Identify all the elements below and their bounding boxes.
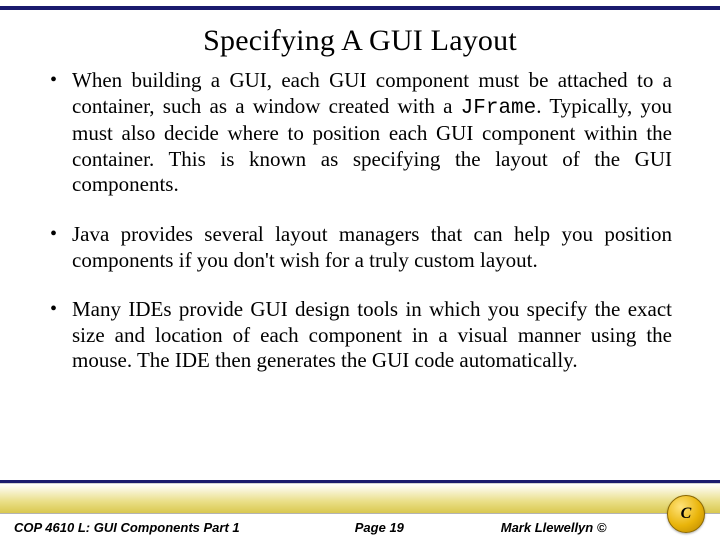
code-literal: JFrame: [461, 97, 537, 120]
bullet-list: When building a GUI, each GUI component …: [48, 68, 672, 374]
slide-body: When building a GUI, each GUI component …: [0, 68, 720, 540]
bullet-item: Many IDEs provide GUI design tools in wh…: [48, 297, 672, 374]
bullet-text-pre: Many IDEs provide GUI design tools in wh…: [72, 297, 672, 372]
slide-footer: COP 4610 L: GUI Components Part 1 Page 1…: [0, 480, 720, 540]
footer-left: COP 4610 L: GUI Components Part 1: [14, 520, 318, 535]
ucf-logo-icon: C: [667, 495, 705, 533]
footer-author: Mark Llewellyn ©: [441, 520, 666, 535]
slide-title: Specifying A GUI Layout: [0, 10, 720, 68]
footer-gradient: [0, 483, 720, 513]
slide: Specifying A GUI Layout When building a …: [0, 0, 720, 540]
bullet-text-pre: Java provides several layout managers th…: [72, 222, 672, 272]
footer-bar: COP 4610 L: GUI Components Part 1 Page 1…: [0, 513, 720, 540]
bullet-item: When building a GUI, each GUI component …: [48, 68, 672, 198]
footer-page: Page 19: [318, 520, 442, 535]
bullet-item: Java provides several layout managers th…: [48, 222, 672, 273]
footer-logo-wrap: C: [666, 495, 706, 533]
